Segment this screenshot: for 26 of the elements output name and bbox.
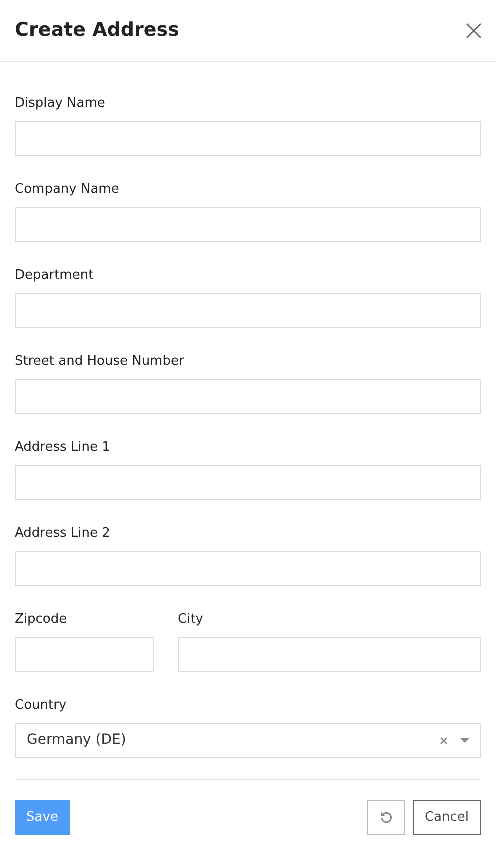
close-icon[interactable] bbox=[466, 22, 482, 38]
field-label: Address Line 1 bbox=[15, 439, 112, 457]
field-label: Street and House Number bbox=[15, 353, 186, 371]
input-field[interactable] bbox=[15, 637, 154, 672]
input-field[interactable] bbox=[15, 293, 481, 328]
field-label: Country bbox=[15, 697, 68, 715]
input-field[interactable] bbox=[15, 207, 481, 242]
input-field[interactable] bbox=[15, 379, 481, 414]
cancel-button[interactable]: Cancel bbox=[413, 800, 481, 835]
field-label: Zipcode bbox=[15, 611, 68, 629]
field-label: City bbox=[178, 611, 204, 629]
input-field[interactable] bbox=[15, 121, 481, 156]
select-value: Germany (DE) bbox=[27, 731, 128, 750]
input-field[interactable] bbox=[15, 551, 481, 586]
undo-icon bbox=[380, 811, 392, 824]
caret-icon[interactable] bbox=[460, 738, 470, 743]
field-label: Address Line 2 bbox=[15, 525, 112, 543]
field-label: Company Name bbox=[15, 181, 120, 199]
field-label: Department bbox=[15, 267, 95, 285]
input-field[interactable] bbox=[178, 637, 481, 672]
input-field[interactable] bbox=[15, 465, 481, 500]
dialog-title: Create Address bbox=[15, 18, 180, 44]
country-select[interactable]: Germany (DE) bbox=[15, 723, 481, 758]
reset-button[interactable] bbox=[367, 800, 405, 835]
clear-icon[interactable] bbox=[440, 736, 448, 744]
field-label: Display Name bbox=[15, 95, 106, 113]
